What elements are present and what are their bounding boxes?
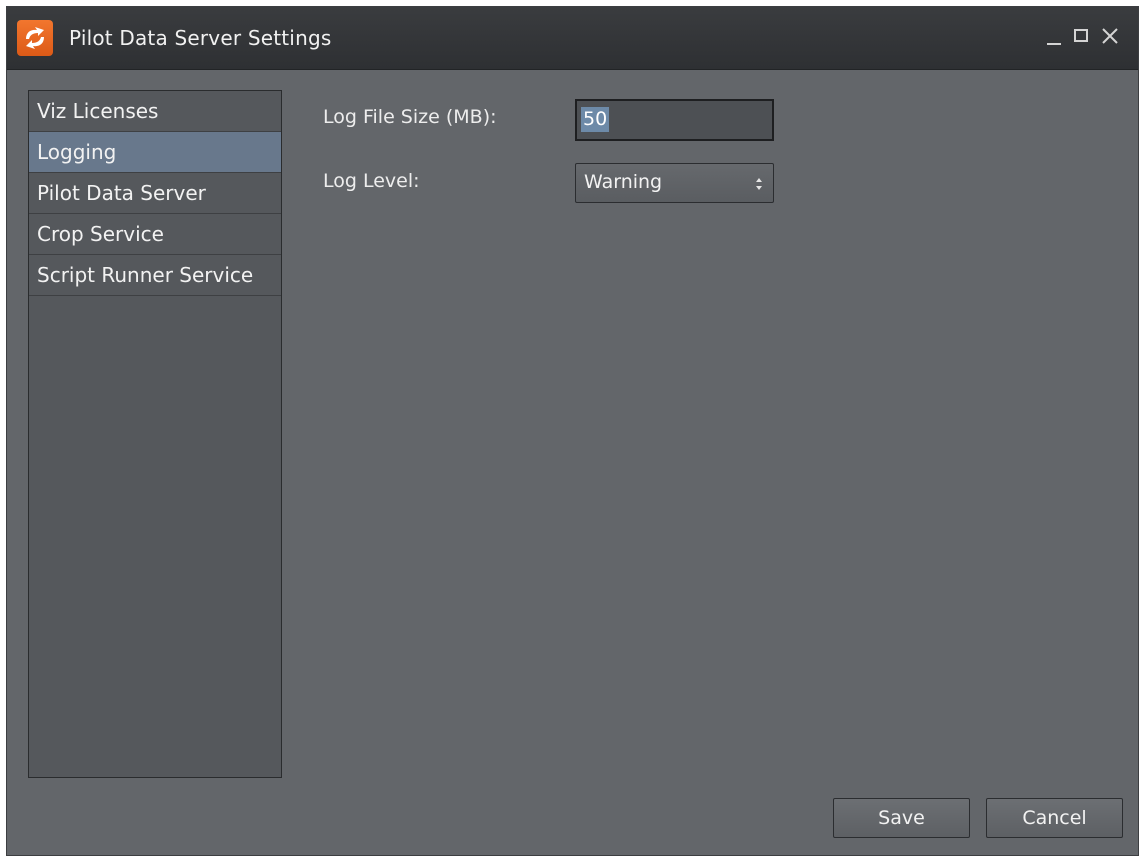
log-level-select[interactable]: Warning: [575, 163, 774, 203]
select-arrows-icon: [755, 176, 763, 195]
cancel-button[interactable]: Cancel: [986, 798, 1123, 838]
settings-category-list: Viz Licenses Logging Pilot Data Server C…: [28, 90, 282, 778]
sidebar-item-label: Crop Service: [37, 222, 164, 246]
log-file-size-value: 50: [581, 107, 610, 132]
window-title: Pilot Data Server Settings: [69, 26, 332, 50]
sidebar-item-label: Logging: [37, 140, 117, 164]
sidebar-item-logging[interactable]: Logging: [29, 132, 281, 173]
sidebar-item-label: Script Runner Service: [37, 263, 254, 287]
log-level-label: Log Level:: [323, 170, 420, 192]
title-bar[interactable]: Pilot Data Server Settings: [7, 7, 1138, 70]
minimize-icon[interactable]: [1044, 26, 1064, 46]
maximize-icon[interactable]: [1072, 26, 1092, 46]
log-level-value: Warning: [584, 171, 663, 193]
sidebar-item-viz-licenses[interactable]: Viz Licenses: [29, 91, 281, 132]
sidebar-item-script-runner-service[interactable]: Script Runner Service: [29, 255, 281, 296]
sidebar-item-crop-service[interactable]: Crop Service: [29, 214, 281, 255]
settings-window: Pilot Data Server Settings Viz Licenses …: [6, 6, 1139, 856]
save-button[interactable]: Save: [833, 798, 970, 838]
window-controls: [1044, 26, 1120, 46]
log-file-size-input[interactable]: 50: [575, 99, 774, 141]
sidebar-item-pilot-data-server[interactable]: Pilot Data Server: [29, 173, 281, 214]
sidebar-item-label: Viz Licenses: [37, 99, 159, 123]
sidebar-item-label: Pilot Data Server: [37, 181, 206, 205]
refresh-arrows-icon: [17, 20, 53, 56]
log-file-size-label: Log File Size (MB):: [323, 106, 497, 128]
close-icon[interactable]: [1100, 26, 1120, 46]
